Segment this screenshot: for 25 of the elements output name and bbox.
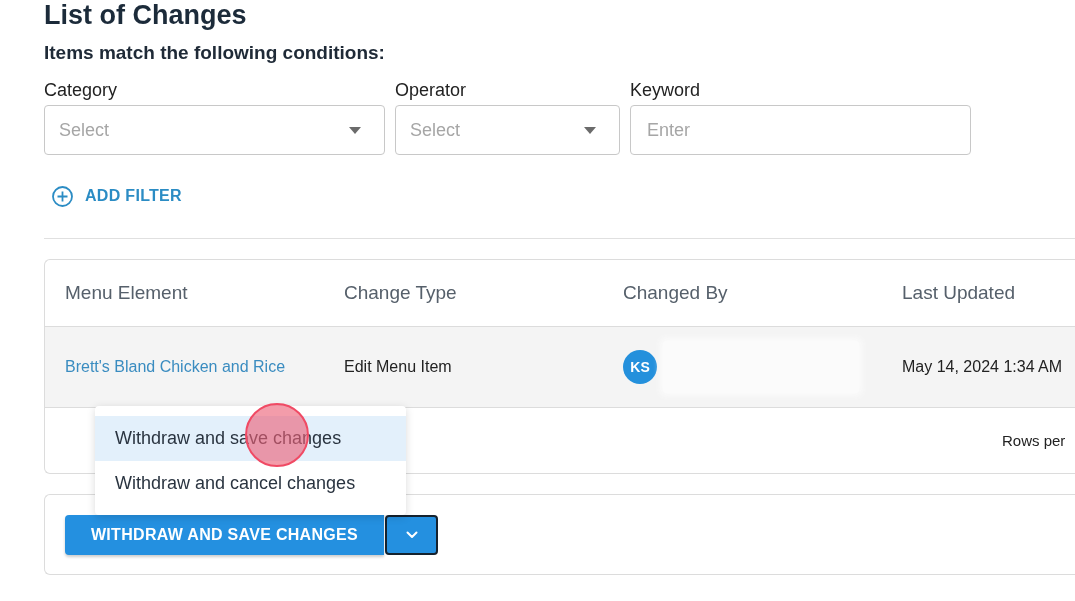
select-field[interactable]: Select — [44, 105, 385, 155]
field-label: Keyword — [630, 79, 701, 102]
add-filter-button[interactable]: ADD FILTER — [52, 184, 182, 208]
plus-circle-icon — [52, 185, 73, 207]
caret-icon — [584, 126, 596, 134]
section-heading: Items match the following conditions: — [44, 41, 385, 65]
dropdown-toggle-button[interactable] — [385, 514, 438, 555]
chevron-down-icon — [405, 530, 418, 539]
caret-icon — [349, 126, 361, 134]
table-cell: Edit Menu Item — [344, 357, 452, 376]
select-field[interactable]: Select — [395, 105, 620, 155]
menu-item[interactable]: Withdraw and cancel changes — [95, 460, 406, 506]
field-label: Operator — [395, 79, 467, 102]
withdraw-save-button[interactable]: WITHDRAW AND SAVE CHANGES — [65, 514, 384, 555]
field-label: Category — [44, 79, 118, 102]
rows-per-page-label: Rows per — [1002, 431, 1066, 449]
menu-element-link[interactable]: Brett's Bland Chicken and Rice — [65, 357, 286, 376]
page-title: List of Changes — [44, 0, 247, 30]
column-header: Menu Element — [65, 281, 188, 304]
text-field[interactable]: Enter — [630, 105, 971, 155]
table-cell: May 14, 2024 1:34 AM — [902, 357, 1063, 376]
user-avatar: KS — [623, 349, 657, 384]
column-header: Change Type — [344, 281, 457, 304]
column-header: Changed By — [623, 281, 728, 304]
column-header: Last Updated — [902, 281, 1016, 304]
